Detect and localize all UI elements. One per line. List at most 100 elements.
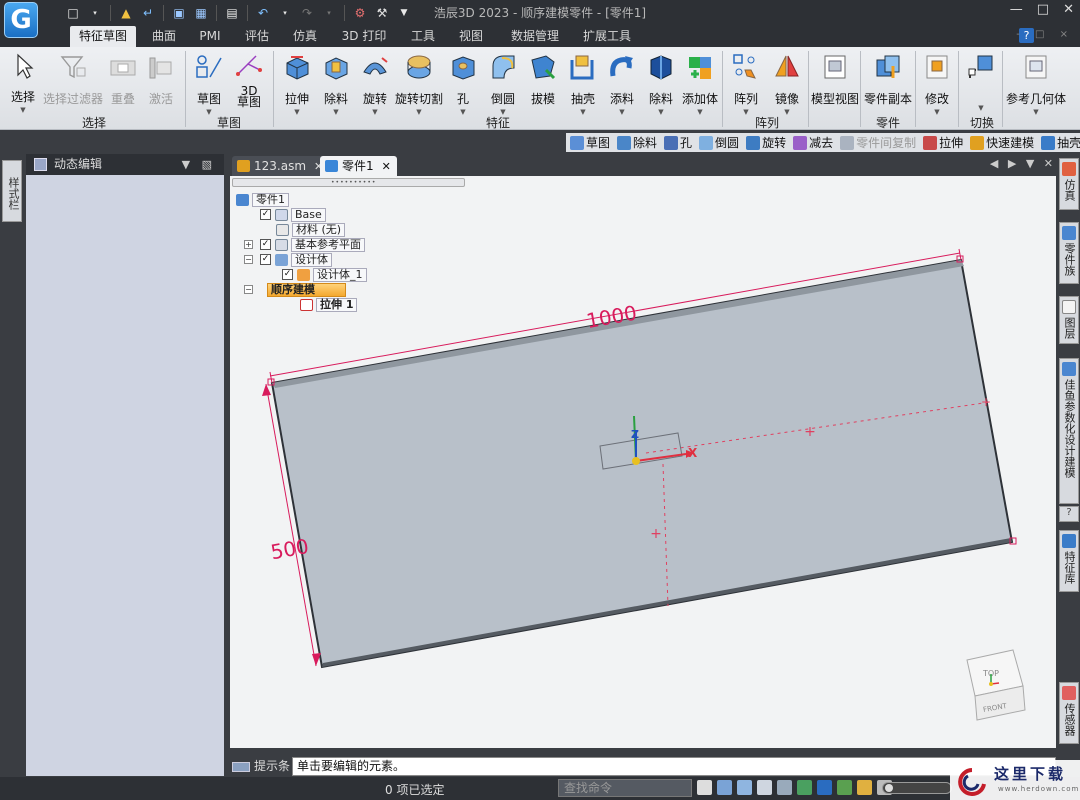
revolve-cut-button[interactable]: 旋转切割 ▼ [395,50,444,116]
zoom-area-icon[interactable] [717,780,732,795]
part-copy-button[interactable]: 零件副本 [864,50,912,112]
fit-icon[interactable] [757,780,772,795]
collapse-icon[interactable]: − [244,285,253,294]
add-body-button[interactable]: 添加体 ▼ [682,50,718,116]
close-icon[interactable]: ✕ [1063,2,1074,17]
tab-data-management[interactable]: 数据管理 [502,26,568,47]
tree-node-design-body[interactable]: − ✓ 设计体 [244,252,332,267]
visibility-checkbox[interactable]: ✓ [260,239,271,250]
rotate-icon[interactable] [797,780,812,795]
tab-view[interactable]: 视图 [450,26,492,47]
tab-evaluate[interactable]: 评估 [236,26,278,47]
select-button[interactable]: 选择 ▼ [4,50,42,114]
command-search-input[interactable]: 查找命令 [558,779,692,797]
expand-icon[interactable]: + [244,240,253,249]
quick-feature-item[interactable]: 草图 [570,134,610,151]
view-orient-icon[interactable] [817,780,832,795]
model-canvas[interactable]: + + + Z X 1000 500 [230,176,1056,748]
sketch-button[interactable]: 草图 ▼ [192,50,226,116]
tab-pmi[interactable]: PMI [190,26,230,47]
pattern-button[interactable]: 阵列 ▼ [729,50,763,116]
tree-node-extrude-1[interactable]: 拉伸 1 [300,297,358,312]
zoom-slider-knob[interactable] [885,784,893,792]
quick-feature-item[interactable]: 减去 [793,134,833,151]
part-family-tab[interactable]: 零件族 [1059,222,1079,284]
extrude-feature-icon [300,298,313,311]
3d-sketch-button[interactable]: 3D 草图 [232,50,266,112]
revolve-button[interactable]: 旋转 ▼ [358,50,392,116]
zoom-slider[interactable] [882,782,952,794]
panel-header: 动态编辑 ▼ ▧ [26,154,224,175]
model-view-button[interactable]: 模型视图 [811,50,859,112]
maximize-icon[interactable]: □ [1037,2,1049,17]
activate-button[interactable]: 激活 [144,50,178,112]
visibility-checkbox[interactable]: ✓ [282,269,293,280]
help-tab[interactable]: ? [1059,506,1079,522]
switch-button[interactable]: ▼ [962,50,1000,112]
hole-button[interactable]: 孔 ▼ [448,50,478,116]
close-tab-icon[interactable]: ✕ [382,160,391,173]
style-bar-tab[interactable]: 样式栏 [2,160,22,222]
overlap-button[interactable]: 重叠 [106,50,140,112]
tree-node-material[interactable]: 材料 (无) [276,222,346,237]
shell-button[interactable]: 抽壳 ▼ [566,50,600,116]
collapse-icon[interactable]: − [244,255,253,264]
3d-viewport[interactable]: + + + Z X 1000 500 •••••••••• 零件1 ✓ Base… [230,176,1056,748]
tab-navigation[interactable]: ◀ ▶ ▼ ✕ [990,157,1056,170]
tab-extension-tools[interactable]: 扩展工具 [574,26,640,47]
sensor-tab[interactable]: 传感器 [1059,682,1079,744]
tree-node-ordered-modeling[interactable]: − 顺序建模 [244,282,346,297]
quick-feature-item[interactable]: 旋转 [746,134,786,151]
panel-controls[interactable]: ▼ ▧ [182,154,216,175]
quick-feature-item[interactable]: 倒圆 [699,134,739,151]
quick-feature-item[interactable]: 除料 [617,134,657,151]
view-cube[interactable]: TOP FRONT [965,648,1029,722]
tab-simulation[interactable]: 仿真 [284,26,326,47]
arrow-icon[interactable] [697,780,712,795]
simulation-tab[interactable]: 仿真 [1059,158,1079,210]
extrude-button[interactable]: 拉伸 ▼ [280,50,314,116]
feature-library-tab[interactable]: 特征库 [1059,530,1079,592]
quick-feature-item[interactable]: 孔 [664,134,692,151]
tab-part1[interactable]: 零件1 ✕ [320,156,397,176]
cut-button[interactable]: 除料 ▼ [319,50,353,116]
select-filter-button[interactable]: 选择过滤器 [43,50,103,112]
scroll-grip[interactable]: •••••••••• [331,180,376,186]
minimize-icon[interactable]: — [1010,2,1023,17]
shading-icon[interactable] [837,780,852,795]
draft-button[interactable]: 拔模 [526,50,560,112]
quick-feature-item[interactable]: 拉伸 [923,134,963,151]
modify-button[interactable]: 修改 ▼ [918,50,956,116]
tree-node-root[interactable]: 零件1 [236,192,289,207]
quick-feature-item[interactable]: 快速建模 [970,134,1034,151]
revolve-cut-label: 旋转切割 [395,92,444,106]
tree-node-ref-planes[interactable]: + ✓ 基本参考平面 [244,237,365,252]
ribbon-window-controls[interactable]: - □ × [1016,29,1074,40]
tab-feature-sketch[interactable]: 特征草图 [70,26,136,47]
layers-tab[interactable]: 图层 [1059,296,1079,344]
quick-feature-item[interactable]: 零件间复制 [840,134,916,151]
tab-tools[interactable]: 工具 [402,26,444,47]
quick-feature-label: 零件间复制 [856,136,917,150]
tree-node-design-body-1[interactable]: ✓ 设计体_1 [282,267,367,282]
round-button[interactable]: 倒圆 ▼ [486,50,520,116]
separator [722,51,723,127]
mirror-button[interactable]: 镜像 ▼ [770,50,804,116]
tree-scrollbar[interactable]: •••••••••• [232,178,465,187]
tab-123-asm[interactable]: 123.asm ✕ [232,156,330,176]
visibility-checkbox[interactable]: ✓ [260,254,271,265]
display-icon[interactable] [857,780,872,795]
ref-geometry-button[interactable]: 参考几何体 ▼ [1004,50,1068,116]
tab-surface[interactable]: 曲面 [142,26,186,47]
zoom-icon[interactable] [737,780,752,795]
tab-3d-print[interactable]: 3D 打印 [336,26,392,47]
parametric-design-tab[interactable]: 佳鱼参数化设计建模 [1059,358,1079,504]
app-logo[interactable]: G [4,2,38,38]
tree-node-base[interactable]: ✓ Base [260,207,326,222]
visibility-checkbox[interactable]: ✓ [260,209,271,220]
quick-feature-label: 旋转 [762,136,787,150]
add-material-button[interactable]: 添料 ▼ [605,50,639,116]
remove-material-button[interactable]: 除料 ▼ [644,50,678,116]
pan-icon[interactable] [777,780,792,795]
quick-feature-item[interactable]: 抽壳 [1041,134,1080,151]
